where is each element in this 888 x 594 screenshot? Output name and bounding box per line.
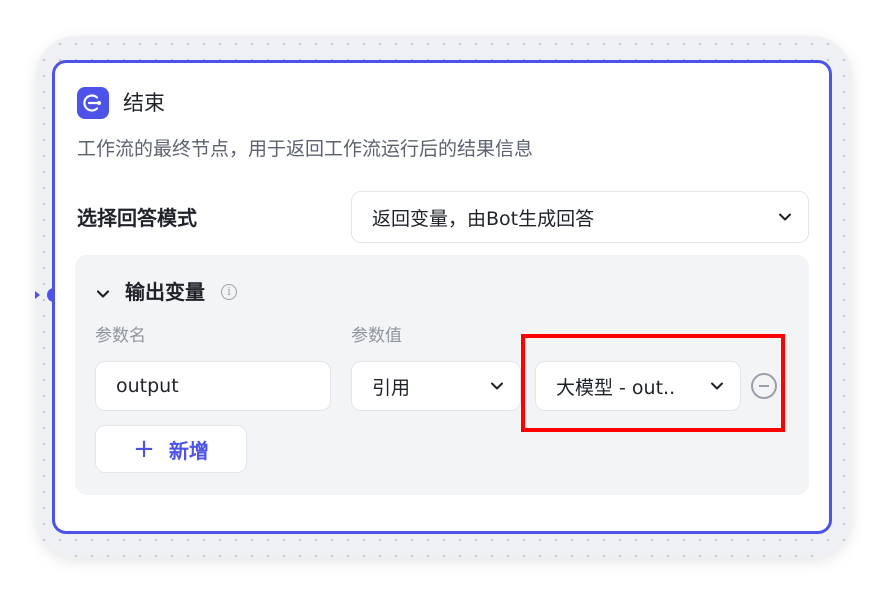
info-icon[interactable]: i: [221, 284, 237, 300]
answer-mode-label: 选择回答模式: [77, 206, 197, 230]
param-type-select[interactable]: 引用: [351, 361, 521, 411]
column-header-name: 参数名: [95, 326, 146, 346]
answer-mode-value: 返回变量，由Bot生成回答: [372, 207, 595, 230]
chevron-down-icon: [491, 382, 503, 390]
param-reference-value: 大模型 - out..: [556, 376, 676, 399]
remove-row-icon[interactable]: [751, 373, 777, 399]
param-type-value: 引用: [372, 376, 411, 399]
node-description: 工作流的最终节点，用于返回工作流运行后的结果信息: [77, 138, 534, 160]
chevron-down-icon: [711, 382, 723, 390]
param-reference-select[interactable]: 大模型 - out..: [535, 361, 741, 411]
end-node-icon: [77, 87, 109, 119]
chevron-down-icon: [779, 213, 791, 221]
end-node-card[interactable]: 结束 工作流的最终节点，用于返回工作流运行后的结果信息 选择回答模式 返回变量，…: [52, 60, 832, 534]
collapse-chevron-icon[interactable]: [95, 286, 111, 302]
output-section-title: 输出变量: [125, 280, 205, 304]
add-variable-button[interactable]: + 新增: [95, 425, 247, 473]
answer-mode-select[interactable]: 返回变量，由Bot生成回答: [351, 191, 809, 243]
output-variables-panel: 输出变量 i 参数名 参数值 output 引用 大模型 - out.. + 新…: [75, 255, 809, 495]
param-name-input[interactable]: output: [95, 361, 331, 411]
add-variable-label: 新增: [168, 438, 209, 463]
plus-icon: +: [133, 434, 155, 464]
input-connector-arrow: [35, 291, 40, 299]
node-title: 结束: [123, 91, 165, 115]
column-header-value: 参数值: [351, 326, 402, 346]
